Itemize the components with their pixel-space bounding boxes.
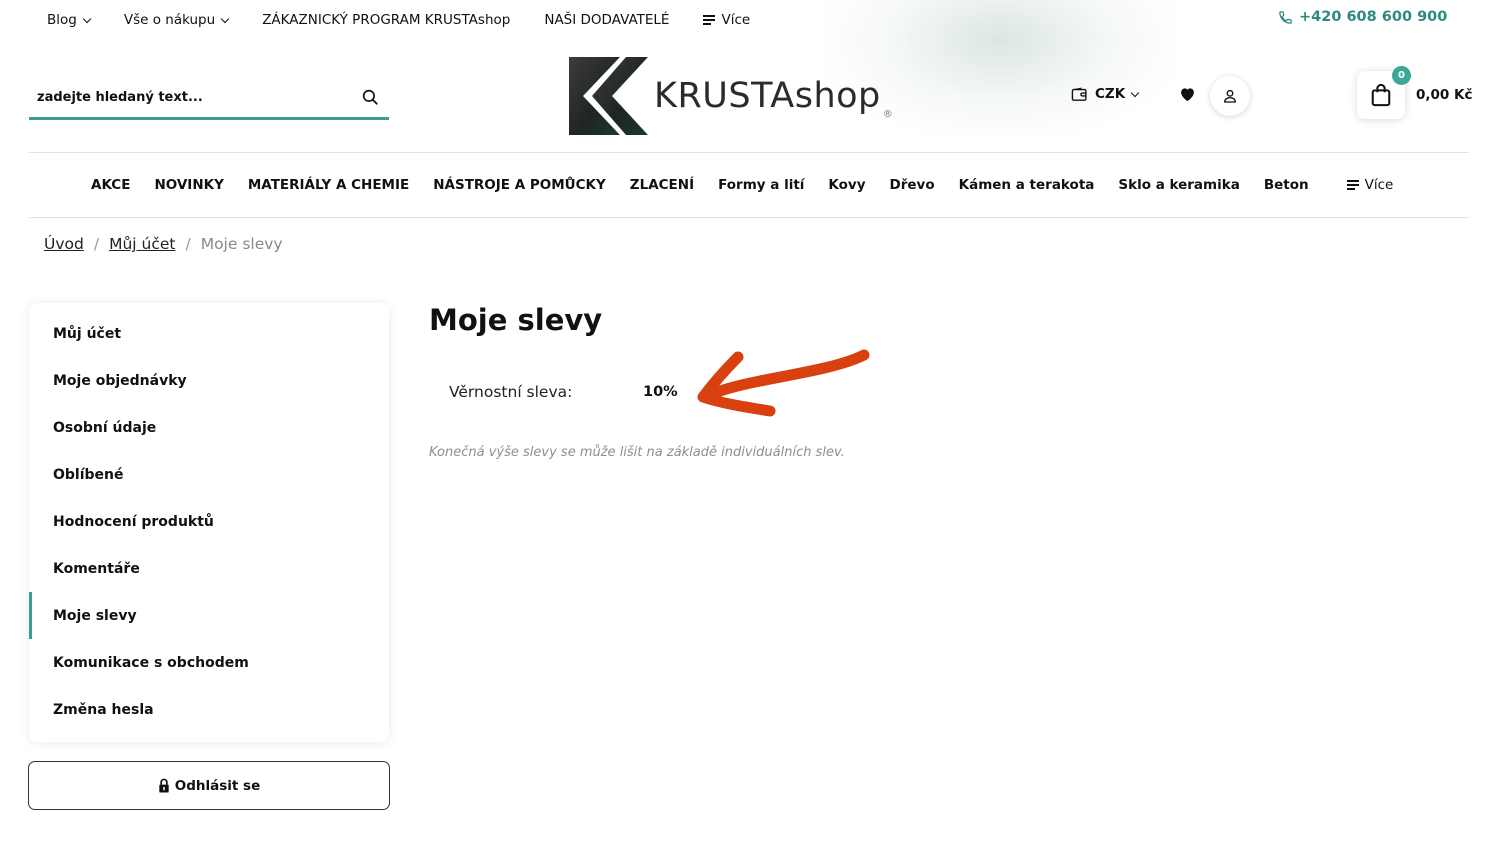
sidebar-item-shop-communication[interactable]: Komunikace s obchodem: [29, 639, 389, 686]
wallet-icon: [1071, 87, 1087, 101]
category-novinky[interactable]: NOVINKY: [154, 177, 223, 193]
category-zlaceni[interactable]: ZLACENÍ: [630, 177, 694, 193]
sidebar-item-personal-info[interactable]: Osobní údaje: [29, 404, 389, 451]
breadcrumb-separator: /: [185, 235, 191, 253]
category-nav: AKCE NOVINKY MATERIÁLY A CHEMIE NÁSTROJE…: [29, 152, 1469, 218]
breadcrumb-home[interactable]: Úvod: [44, 235, 84, 253]
category-kovy[interactable]: Kovy: [828, 177, 865, 193]
category-nastroje-a-pomucky[interactable]: NÁSTROJE A POMŮCKY: [433, 177, 606, 193]
breadcrumb-separator: /: [93, 235, 100, 253]
category-formy-a-liti[interactable]: Formy a lití: [718, 177, 804, 193]
category-akce[interactable]: AKCE: [91, 177, 130, 193]
chevron-down-icon: [82, 14, 92, 23]
cart-count-badge: 0: [1392, 66, 1411, 85]
user-account-button[interactable]: [1210, 76, 1250, 116]
top-nav-customer-program[interactable]: ZÁKAZNICKÝ PROGRAM KRUSTAshop: [262, 12, 510, 28]
shopping-bag-icon: [1371, 83, 1391, 107]
sidebar-item-product-reviews[interactable]: Hodnocení produktů: [29, 498, 389, 545]
category-beton[interactable]: Beton: [1264, 177, 1309, 193]
discount-note: Konečná výše slevy se může lišit na zákl…: [429, 445, 845, 460]
favorites-heart-icon[interactable]: [1179, 86, 1196, 106]
category-more[interactable]: Více: [1346, 177, 1394, 193]
top-nav-suppliers-label: NAŠI DODAVATELÉ: [544, 12, 670, 28]
currency-label: CZK: [1095, 86, 1126, 102]
currency-selector[interactable]: CZK: [1071, 86, 1140, 102]
loyalty-discount-value: 10%: [643, 384, 678, 400]
category-sklo-a-keramika[interactable]: Sklo a keramika: [1118, 177, 1239, 193]
sidebar-item-my-discounts[interactable]: Moje slevy: [29, 592, 389, 639]
top-nav-more-label: Více: [721, 12, 751, 28]
logout-button[interactable]: Odhlásit se: [28, 761, 390, 810]
top-nav-shopping-info-label: Vše o nákupu: [123, 12, 216, 28]
category-kamen-a-terakota[interactable]: Kámen a terakota: [959, 177, 1095, 193]
category-materialy-a-chemie[interactable]: MATERIÁLY A CHEMIE: [248, 177, 409, 193]
sidebar-item-change-password[interactable]: Změna hesla: [29, 686, 389, 733]
top-nav-more[interactable]: Více: [703, 12, 750, 28]
logo-wordmark: KRUSTAshop ®: [654, 76, 894, 120]
sidebar-item-my-account[interactable]: Můj účet: [29, 310, 389, 357]
user-icon: [1224, 89, 1236, 103]
top-nav-blog[interactable]: Blog: [47, 12, 92, 28]
sidebar-item-comments[interactable]: Komentáře: [29, 545, 389, 592]
loyalty-discount-label: Věrnostní sleva:: [449, 383, 573, 401]
phone-link[interactable]: +420 608 600 900: [1278, 9, 1447, 25]
search-box: [29, 78, 389, 120]
breadcrumb-my-account[interactable]: Můj účet: [109, 235, 175, 253]
top-nav-shopping-info[interactable]: Vše o nákupu: [123, 12, 230, 28]
top-nav: Blog Vše o nákupu ZÁKAZNICKÝ PROGRAM KRU…: [47, 10, 784, 30]
logout-label: Odhlásit se: [174, 777, 261, 794]
phone-number: +420 608 600 900: [1299, 9, 1448, 25]
page-title: Moje slevy: [429, 303, 603, 337]
top-nav-customer-program-label: ZÁKAZNICKÝ PROGRAM KRUSTAshop: [262, 12, 511, 28]
site-logo[interactable]: KRUSTAshop ®: [568, 56, 893, 136]
breadcrumb: Úvod / Můj účet / Moje slevy: [44, 235, 283, 253]
search-icon[interactable]: [361, 88, 379, 110]
account-sidebar: Můj účet Moje objednávky Osobní údaje Ob…: [29, 303, 389, 742]
menu-icon: [1346, 180, 1359, 190]
category-more-label: Více: [1364, 177, 1394, 193]
sidebar-item-my-orders[interactable]: Moje objednávky: [29, 357, 389, 404]
category-drevo[interactable]: Dřevo: [890, 177, 935, 193]
phone-icon: [1279, 10, 1292, 24]
sidebar-item-favorites[interactable]: Oblíbené: [29, 451, 389, 498]
search-input[interactable]: [29, 90, 339, 105]
menu-icon: [703, 15, 716, 25]
breadcrumb-current: Moje slevy: [200, 235, 283, 253]
krustashop-logo-mark-icon: [569, 57, 648, 135]
top-nav-blog-label: Blog: [47, 12, 77, 28]
cart-total: 0,00 Kč: [1416, 87, 1473, 103]
lock-icon: [159, 778, 169, 793]
chevron-down-icon: [220, 14, 230, 23]
annotation-arrow-icon: [697, 349, 870, 417]
chevron-down-icon: [1130, 88, 1140, 97]
top-nav-suppliers[interactable]: NAŠI DODAVATELÉ: [544, 12, 669, 28]
